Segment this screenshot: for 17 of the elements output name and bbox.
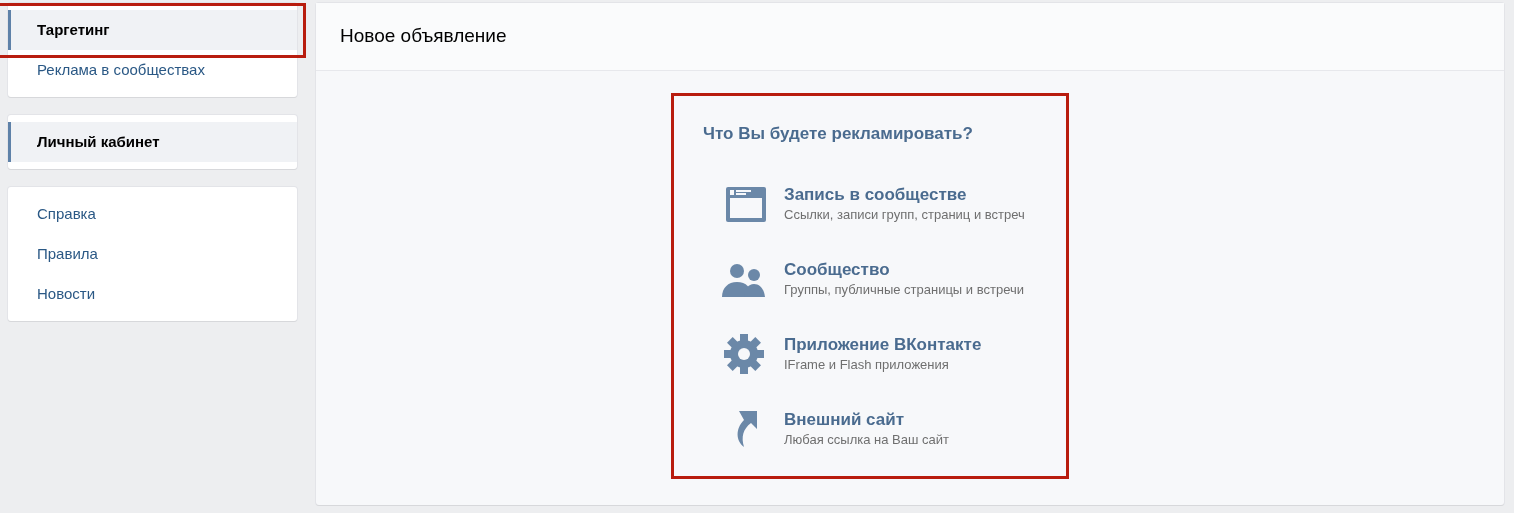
sidebar-item[interactable]: Правила — [8, 234, 297, 274]
page-title: Новое объявление — [340, 24, 507, 49]
option-title[interactable]: Сообщество — [784, 258, 1024, 280]
option-title[interactable]: Приложение ВКонтакте — [784, 333, 982, 355]
gear-icon — [722, 333, 766, 375]
option-title[interactable]: Внешний сайт — [784, 408, 949, 430]
sidebar-item[interactable]: Личный кабинет — [8, 122, 297, 162]
sidebar-item[interactable]: Таргетинг — [8, 10, 297, 50]
question-heading: Что Вы будете рекламировать? — [703, 123, 974, 145]
sidebar-item[interactable]: Справка — [8, 194, 297, 234]
option-description: IFrame и Flash приложения — [784, 355, 950, 374]
option-title[interactable]: Запись в сообществе — [784, 183, 1025, 205]
sidebar-item[interactable]: Реклама в сообществах — [8, 50, 297, 90]
option-description: Ссылки, записи групп, страниц и встреч — [784, 205, 1025, 224]
sidebar-item[interactable]: Новости — [8, 274, 297, 314]
option-description: Группы, публичные страницы и встречи — [784, 280, 1024, 299]
option-description: Любая ссылка на Ваш сайт — [784, 430, 949, 449]
